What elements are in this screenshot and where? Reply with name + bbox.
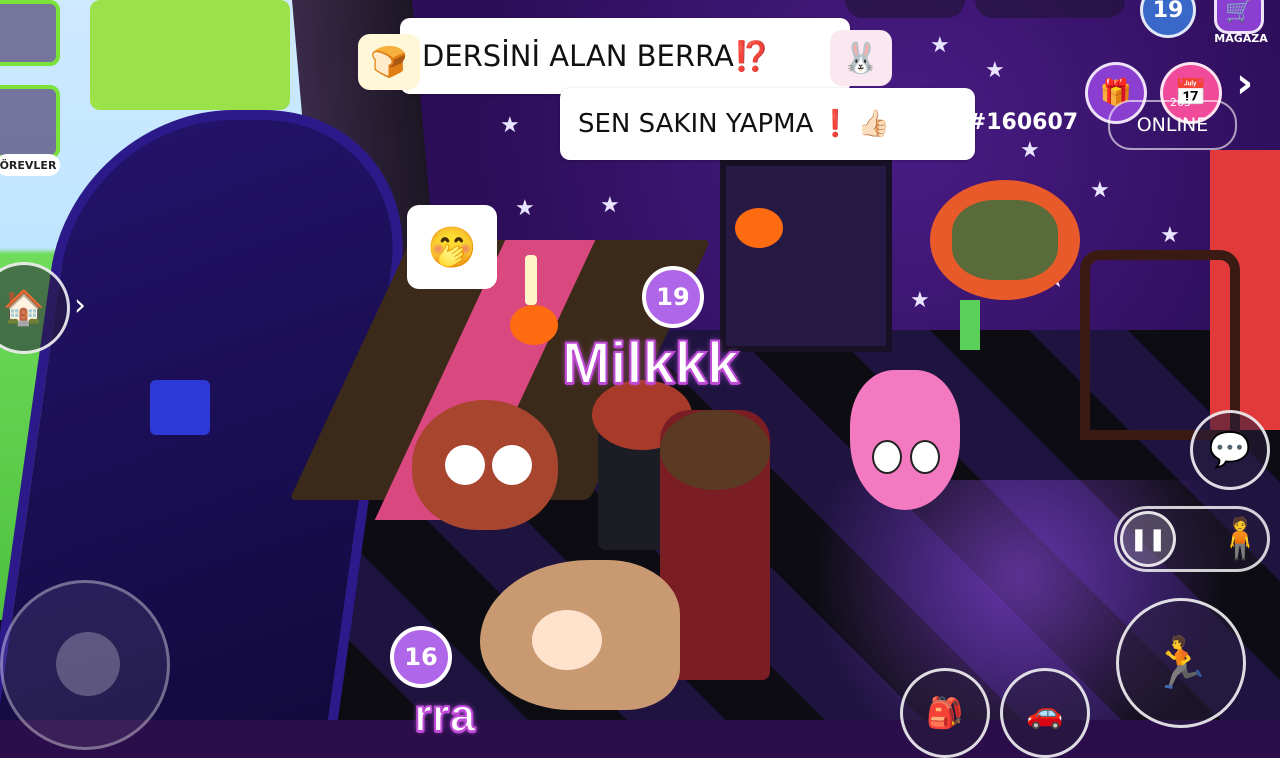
player-level-badge: 16 xyxy=(390,626,452,688)
expand-arrow-icon[interactable]: › xyxy=(1236,58,1253,107)
sticker-icon: 🍞 xyxy=(358,34,420,90)
jump-icon[interactable]: 🏃 xyxy=(1116,598,1246,728)
exclamation-question-icon: ⁉️ xyxy=(733,38,770,73)
chat-bubble: SEN SAKIN YAPMA ❗ 👍🏻 xyxy=(560,88,975,160)
pumpkin-candle-icon xyxy=(510,305,558,345)
player-name-tag[interactable]: Milkkk xyxy=(561,330,740,397)
wall-star: ★ xyxy=(500,113,520,138)
avatar-rra-face xyxy=(532,610,602,670)
avatar-boy-hair xyxy=(660,410,770,490)
bag-icon[interactable]: 🎒 xyxy=(900,668,990,758)
tablet-icon[interactable] xyxy=(0,0,60,66)
wall-star: ★ xyxy=(985,58,1005,83)
candle xyxy=(525,255,537,305)
monster-eye xyxy=(872,440,902,474)
owl-eye xyxy=(445,445,485,485)
chat-bubble: DERSİNİ ALAN BERRA ⁉️ xyxy=(400,18,850,94)
pink-monster xyxy=(850,370,960,510)
tasks-label: ÖREVLER xyxy=(0,154,60,176)
wall-star: ★ xyxy=(1160,223,1180,248)
room-code: z#160607 xyxy=(955,110,1079,135)
jack-o-lantern-icon xyxy=(735,208,783,248)
chat-message: DERSİNİ ALAN BERRA xyxy=(422,39,734,73)
monster-eye xyxy=(910,440,940,474)
character-icon[interactable]: 🧍 xyxy=(1215,512,1265,566)
currency-pill xyxy=(845,0,965,18)
store-icon[interactable]: 🛒 xyxy=(1214,0,1264,34)
pause-icon[interactable]: ❚❚ xyxy=(1120,511,1176,567)
edit-home-arrow-icon[interactable]: › xyxy=(74,288,86,323)
wall-star: ★ xyxy=(515,196,535,221)
clock-icon xyxy=(150,380,210,435)
wall-star: ★ xyxy=(600,193,620,218)
owl-eye xyxy=(492,445,532,485)
wall-star: ★ xyxy=(1090,178,1110,203)
wall-star: ★ xyxy=(910,288,930,313)
joystick-knob[interactable] xyxy=(56,632,120,696)
online-status-button[interactable]: ONLINE xyxy=(1108,100,1237,150)
chat-message: SEN SAKIN YAPMA xyxy=(578,109,814,139)
tv-stand xyxy=(960,300,980,350)
tasks-icon[interactable] xyxy=(0,85,60,159)
store-label: MAĞAZA xyxy=(1214,32,1268,45)
emoji-reaction-bubble: 🤭 xyxy=(407,205,497,289)
player-level-value: 19 xyxy=(1152,0,1184,23)
exclamation-icon: ❗ xyxy=(819,109,852,139)
thumbs-up-icon: 👍🏻 xyxy=(857,109,891,139)
owl-plush xyxy=(412,400,558,530)
cabinet xyxy=(720,160,892,352)
wall-star: ★ xyxy=(1020,138,1040,163)
car-icon[interactable]: 🚗 xyxy=(1000,668,1090,758)
currency-pill xyxy=(975,0,1125,18)
player-level-badge: 19 xyxy=(642,266,704,328)
bunny-sticker-icon: 🐰 xyxy=(830,30,892,86)
chat-icon[interactable]: 💬 xyxy=(1190,410,1270,490)
player-name-tag[interactable]: rra xyxy=(413,688,476,742)
outdoor-tree xyxy=(90,0,290,110)
tv-screen xyxy=(952,200,1058,280)
wall-star: ★ xyxy=(930,33,950,58)
giggle-emoji-icon: 🤭 xyxy=(427,224,477,271)
